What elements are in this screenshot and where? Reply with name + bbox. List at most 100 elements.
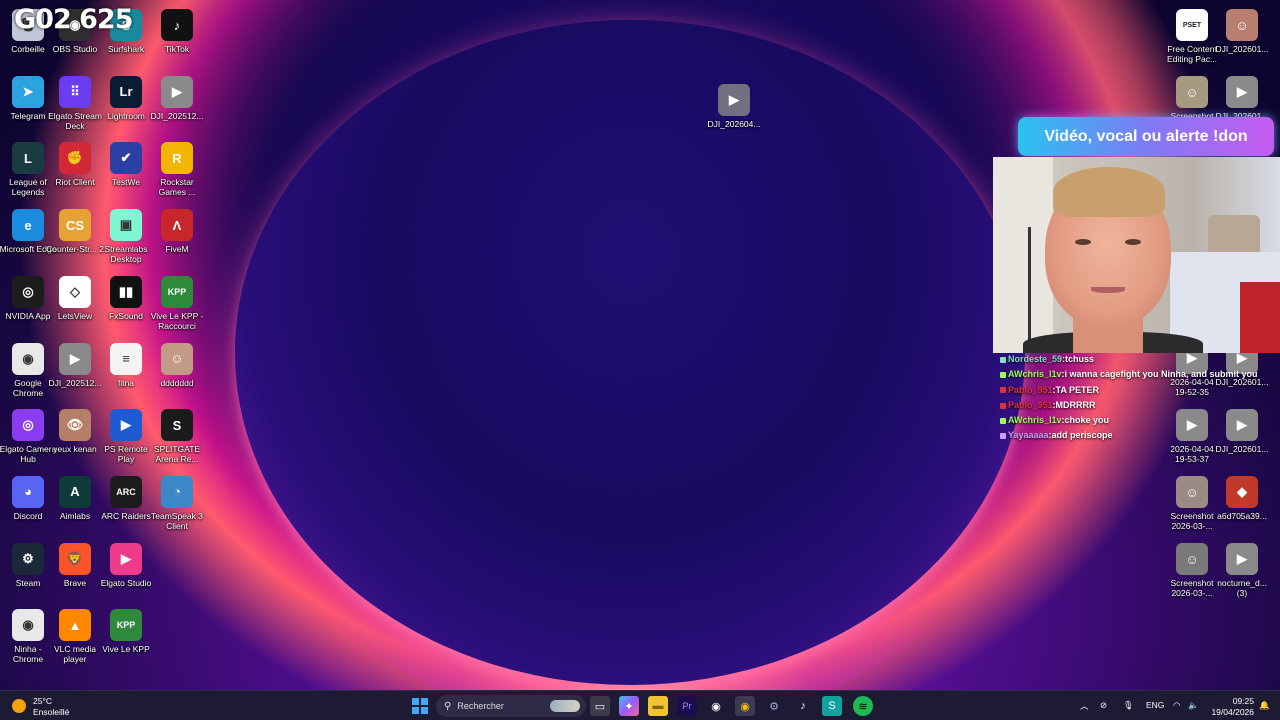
fivem-icon: Λ: [161, 209, 193, 242]
language-indicator[interactable]: ENG: [1146, 700, 1164, 710]
desktop-icon-label: ARC Raiders: [101, 510, 151, 521]
desktop-icon-label: DJI_202601...: [1215, 444, 1269, 454]
taskbar: 25°C Ensoleillé ⚲ Rechercher ▭ ✦ ▬ Pr ◉ …: [0, 690, 1280, 720]
task-view-button[interactable]: ▭: [590, 696, 610, 716]
desktop-icon-label: Counter-Str... 2: [46, 244, 104, 255]
desktop-icon[interactable]: S SPLITGATE Arena Re...: [149, 405, 205, 471]
desktop-icon-label: a6d705a39...: [1217, 511, 1267, 521]
desktop-icon-label: FxSound: [108, 310, 144, 321]
desktop-icon[interactable]: ▶ Elgato Studio: [98, 539, 154, 605]
lightroom-icon: Lr: [110, 75, 142, 108]
obs-taskbar-button[interactable]: ◉: [706, 696, 726, 716]
desktop-icon[interactable]: ▮▮ FxSound: [98, 272, 154, 338]
chat-text: TA PETER: [1055, 384, 1100, 395]
testwe-icon: ✔: [110, 142, 142, 175]
chat-message: Yayaaaaa:add periscope: [1000, 428, 1250, 443]
desktop-icon[interactable]: ✊ Riot Client: [47, 138, 103, 204]
copilot-button[interactable]: ✦: [619, 696, 639, 716]
chevron-up-icon[interactable]: ︿: [1080, 700, 1089, 712]
steam-taskbar-button[interactable]: ⚙: [764, 696, 784, 716]
desktop-icon[interactable]: ARC ARC Raiders: [98, 472, 154, 538]
tiktok-taskbar-button[interactable]: ♪: [793, 696, 813, 716]
volume-icon[interactable]: 🔈: [1188, 700, 1199, 711]
desktop-icon[interactable]: A Aimlabs: [47, 472, 103, 538]
desktop-icon-label: Surfshark: [107, 44, 145, 54]
wallpaper: [235, 20, 1025, 685]
desktop-icon[interactable]: ▶ DJI_202512...: [47, 339, 103, 405]
chat-text: choke you: [1064, 415, 1110, 426]
riot-icon: ✊: [59, 142, 91, 175]
steam-icon: ⚙: [769, 700, 779, 713]
desktop-icon[interactable]: ♪ TikTok: [149, 5, 205, 71]
clock-time[interactable]: 09:25: [1212, 696, 1254, 706]
desktop-icon[interactable]: CS Counter-Str... 2: [46, 205, 104, 271]
desktop-icon[interactable]: 🦁 Brave: [47, 539, 103, 605]
desktop-icon[interactable]: ☺ DJI_202601...: [1214, 5, 1270, 71]
camera-hub-icon: ◎: [12, 409, 44, 442]
surfshark-taskbar-button[interactable]: S: [822, 696, 842, 716]
network-off-icon[interactable]: ⊘: [1100, 700, 1107, 711]
kpp-icon: KPP: [161, 275, 193, 308]
premiere-button[interactable]: Pr: [677, 696, 697, 716]
file-explorer-button[interactable]: ▬: [648, 696, 668, 716]
video-file-icon: ▶: [59, 342, 91, 375]
desktop-icon-label: TeamSpeak 3 Client: [151, 510, 203, 531]
desktop-icon-label: DJI_202601...: [1215, 44, 1269, 54]
obs-icon: ◉: [711, 700, 721, 713]
desktop-icon-label: DJI_202512...: [48, 377, 102, 388]
stream-chat: Nordeste_59:tchuss AWchris_l1v:i wanna ca…: [1000, 352, 1258, 444]
desktop-icon-dji-center[interactable]: ▶ DJI_202604...: [706, 80, 762, 146]
video-file-icon: ▶: [1226, 76, 1258, 108]
chat-text: MDRRRR: [1055, 399, 1096, 410]
microphone-icon[interactable]: 🎙: [1123, 700, 1134, 711]
desktop-icon[interactable]: ☺ Screenshot 2026-03-...: [1164, 472, 1220, 538]
desktop-icon-label: Lightroom: [107, 110, 145, 121]
desktop-icon[interactable]: Λ FiveM: [149, 205, 205, 271]
notification-bell-icon[interactable]: 🔔: [1259, 700, 1270, 711]
image-file-icon: ☺: [1176, 476, 1208, 508]
surfshark-icon: S: [828, 700, 836, 712]
desktop-icon[interactable]: ◔ TeamSpeak 3 Client: [149, 472, 205, 538]
spotify-taskbar-button[interactable]: ≋: [853, 696, 873, 716]
telegram-icon: ➤: [12, 75, 44, 108]
desktop-icon[interactable]: ☺ ddddddd: [149, 339, 205, 405]
chat-badge-icon: [1000, 387, 1006, 394]
desktop-icon[interactable]: ⠿ Elgato Stream Deck: [47, 72, 103, 138]
weather-description[interactable]: Ensoleillé: [33, 707, 69, 717]
desktop-icon[interactable]: R Rockstar Games ...: [149, 138, 205, 204]
fxsound-icon: ▮▮: [110, 275, 142, 308]
desktop-icon[interactable]: ▣ Streamlabs Desktop: [98, 205, 154, 271]
chat-text: add periscope: [1051, 430, 1113, 441]
desktop-icon[interactable]: ☺ Screenshot 2026-03-...: [1164, 539, 1220, 605]
chat-username: Yayaaaaa: [1008, 430, 1049, 441]
start-button[interactable]: [410, 696, 430, 716]
desktop-icon-label: Elgato Studio: [100, 577, 152, 588]
folder-icon: ▬: [652, 700, 664, 712]
weather-temperature[interactable]: 25°C: [33, 696, 52, 706]
wifi-icon[interactable]: ◠: [1173, 700, 1180, 711]
clock-date[interactable]: 19/04/2026: [1208, 707, 1254, 717]
chat-badge-icon: [1000, 433, 1006, 440]
desktop-icon[interactable]: ◆ a6d705a39...: [1214, 472, 1270, 538]
desktop-icon[interactable]: ✔ TestWe: [98, 138, 154, 204]
desktop-icon[interactable]: PSET Free Content Editing Pac...: [1164, 5, 1220, 71]
desktop-icon[interactable]: ≡ fitna: [98, 339, 154, 405]
tiktok-icon: ♪: [161, 9, 193, 41]
desktop-icon[interactable]: KPP Vive Le KPP: [98, 605, 154, 671]
desktop-icon[interactable]: 👁 yeux kenan: [47, 405, 103, 471]
desktop-icon[interactable]: ▶ DJI_202512...: [149, 72, 205, 138]
desktop-icon[interactable]: ◇ LetsView: [47, 272, 103, 338]
rockstar-icon: R: [161, 142, 193, 175]
discord-icon: ◕: [12, 475, 44, 508]
desktop-icon[interactable]: ▶ nocturne_d... (3): [1214, 539, 1270, 605]
image-file-icon: ☺: [1176, 543, 1208, 575]
desktop-icon-label: Brave: [63, 577, 87, 588]
taskbar-search[interactable]: ⚲ Rechercher: [436, 695, 586, 717]
counter-strike-icon: CS: [59, 209, 91, 242]
nvidia-icon: ◎: [12, 275, 44, 308]
desktop-icon[interactable]: ▶ PS Remote Play: [98, 405, 154, 471]
chrome-taskbar-button[interactable]: ◉: [735, 696, 755, 716]
desktop-icon[interactable]: KPP Vive Le KPP - Raccourci: [149, 272, 205, 338]
desktop-icon[interactable]: Lr Lightroom: [98, 72, 154, 138]
desktop-icon[interactable]: ▲ VLC media player: [47, 605, 103, 671]
